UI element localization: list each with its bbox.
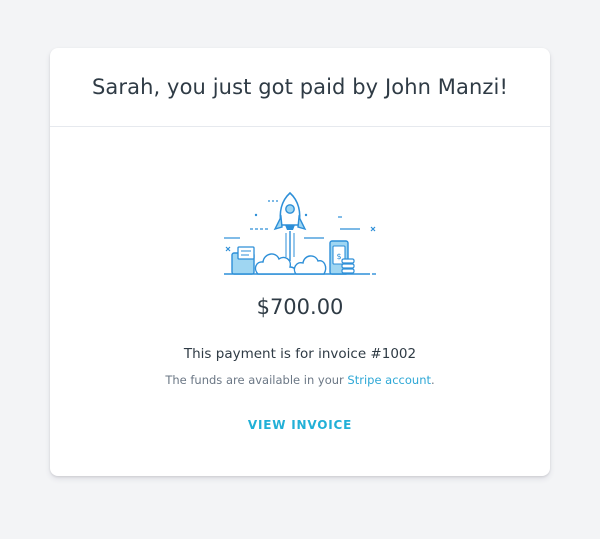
rocket-launch-illustration-icon: $ xyxy=(224,191,376,275)
card-body: $ $700.00 This payment is for invoice #1… xyxy=(50,127,550,476)
svg-text:$: $ xyxy=(336,252,341,261)
stripe-account-link[interactable]: Stripe account xyxy=(347,373,431,387)
payment-amount: $700.00 xyxy=(256,295,344,319)
invoice-description: This payment is for invoice #1002 xyxy=(183,346,417,362)
funds-availability-note: The funds are available in your Stripe a… xyxy=(50,373,550,387)
funds-note-prefix: The funds are available in your xyxy=(165,373,348,387)
payment-card: Sarah, you just got paid by John Manzi! xyxy=(50,48,550,476)
page-title: Sarah, you just got paid by John Manzi! xyxy=(92,75,508,99)
view-invoice-button[interactable]: VIEW INVOICE xyxy=(240,418,360,432)
card-header: Sarah, you just got paid by John Manzi! xyxy=(50,48,550,127)
funds-note-suffix: . xyxy=(431,373,435,387)
